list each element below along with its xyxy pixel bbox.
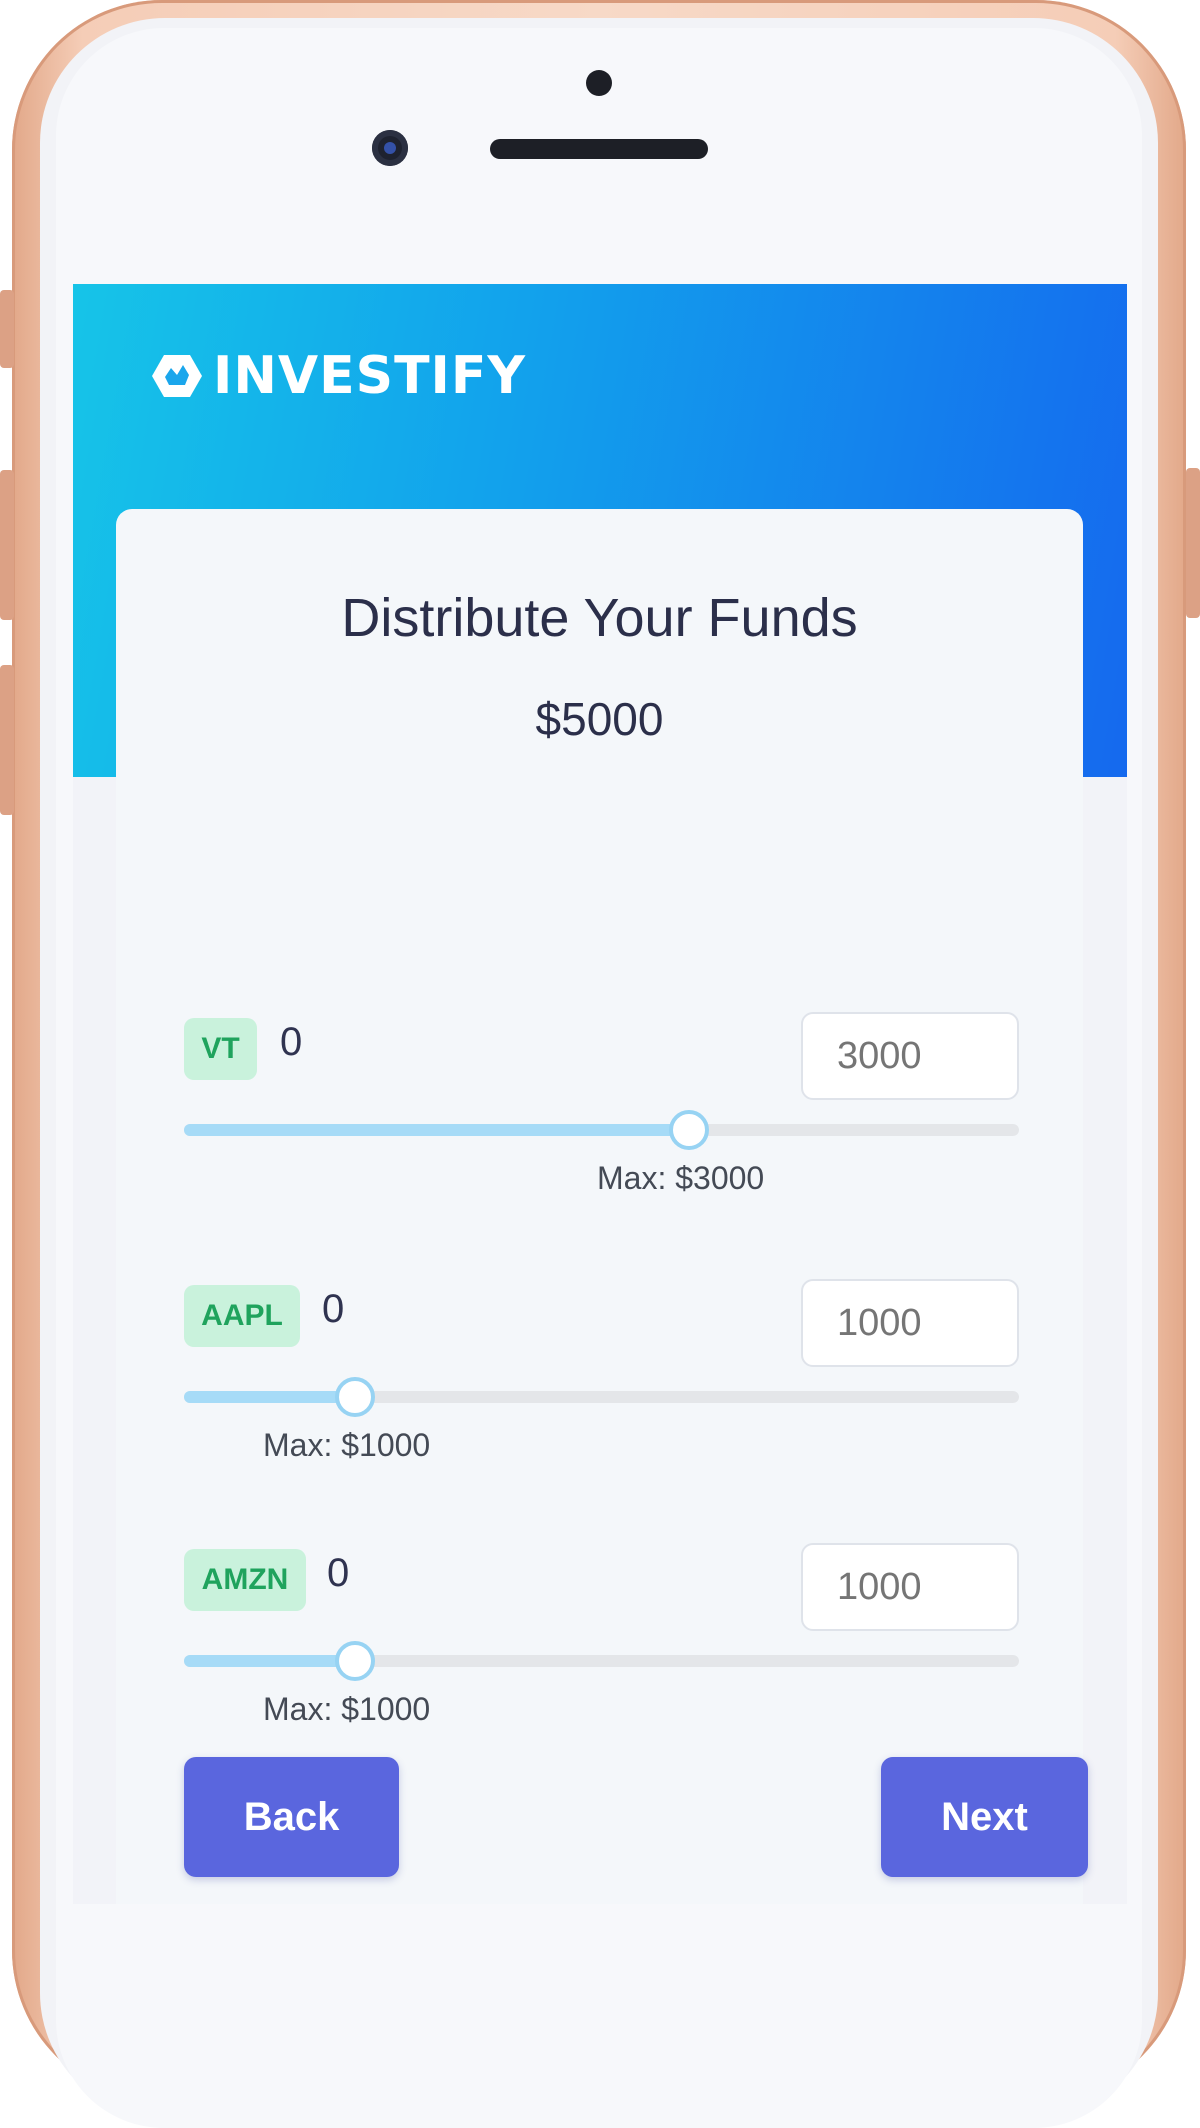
brand-logo: INVESTIFY <box>151 346 526 406</box>
investify-logo-icon <box>152 355 202 397</box>
fund-amount-amzn: 0 <box>327 1551 350 1595</box>
front-camera <box>372 130 408 166</box>
fund-input-vt[interactable] <box>801 1012 1019 1100</box>
ticker-badge-vt: VT <box>184 1018 257 1080</box>
fund-row-aapl: AAPL 0 Max: $1000 <box>184 1279 1019 1469</box>
power-button <box>1186 468 1200 618</box>
fund-row-amzn: AMZN 0 Max: $1000 <box>184 1543 1019 1733</box>
fund-row-vt: VT 0 Max: $3000 <box>184 1012 1019 1202</box>
slider-thumb[interactable] <box>335 1641 375 1681</box>
fund-input-amzn[interactable] <box>801 1543 1019 1631</box>
slider-fill <box>184 1655 351 1667</box>
mute-switch <box>0 290 14 368</box>
total-funds: $5000 <box>535 693 664 745</box>
next-button[interactable]: Next <box>881 1757 1088 1877</box>
brand-name: INVESTIFY <box>213 346 527 406</box>
proximity-sensor <box>586 70 612 96</box>
fund-amount-aapl: 0 <box>322 1287 345 1331</box>
slider-fill <box>184 1391 351 1403</box>
ticker-badge-amzn: AMZN <box>184 1549 306 1611</box>
slider-thumb[interactable] <box>335 1377 375 1417</box>
fund-slider-amzn[interactable] <box>184 1641 1019 1681</box>
earpiece-speaker <box>490 139 708 159</box>
app-screen: INVESTIFY Distribute Your Funds $5000 VT… <box>73 284 1127 1904</box>
max-label-aapl: Max: $1000 <box>263 1427 431 1463</box>
ticker-badge-aapl: AAPL <box>184 1285 300 1347</box>
back-button[interactable]: Back <box>184 1757 399 1877</box>
volume-down-button <box>0 665 14 815</box>
slider-fill <box>184 1124 685 1136</box>
fund-slider-aapl[interactable] <box>184 1377 1019 1417</box>
max-label-vt: Max: $3000 <box>597 1160 765 1196</box>
card-title: Distribute Your Funds <box>341 588 858 648</box>
fund-input-aapl[interactable] <box>801 1279 1019 1367</box>
max-label-amzn: Max: $1000 <box>263 1691 431 1727</box>
fund-amount-vt: 0 <box>280 1020 303 1064</box>
fund-slider-vt[interactable] <box>184 1110 1019 1150</box>
volume-up-button <box>0 470 14 620</box>
distribute-funds-card: Distribute Your Funds $5000 VT 0 Max: $3… <box>116 509 1088 1904</box>
slider-thumb[interactable] <box>669 1110 709 1150</box>
